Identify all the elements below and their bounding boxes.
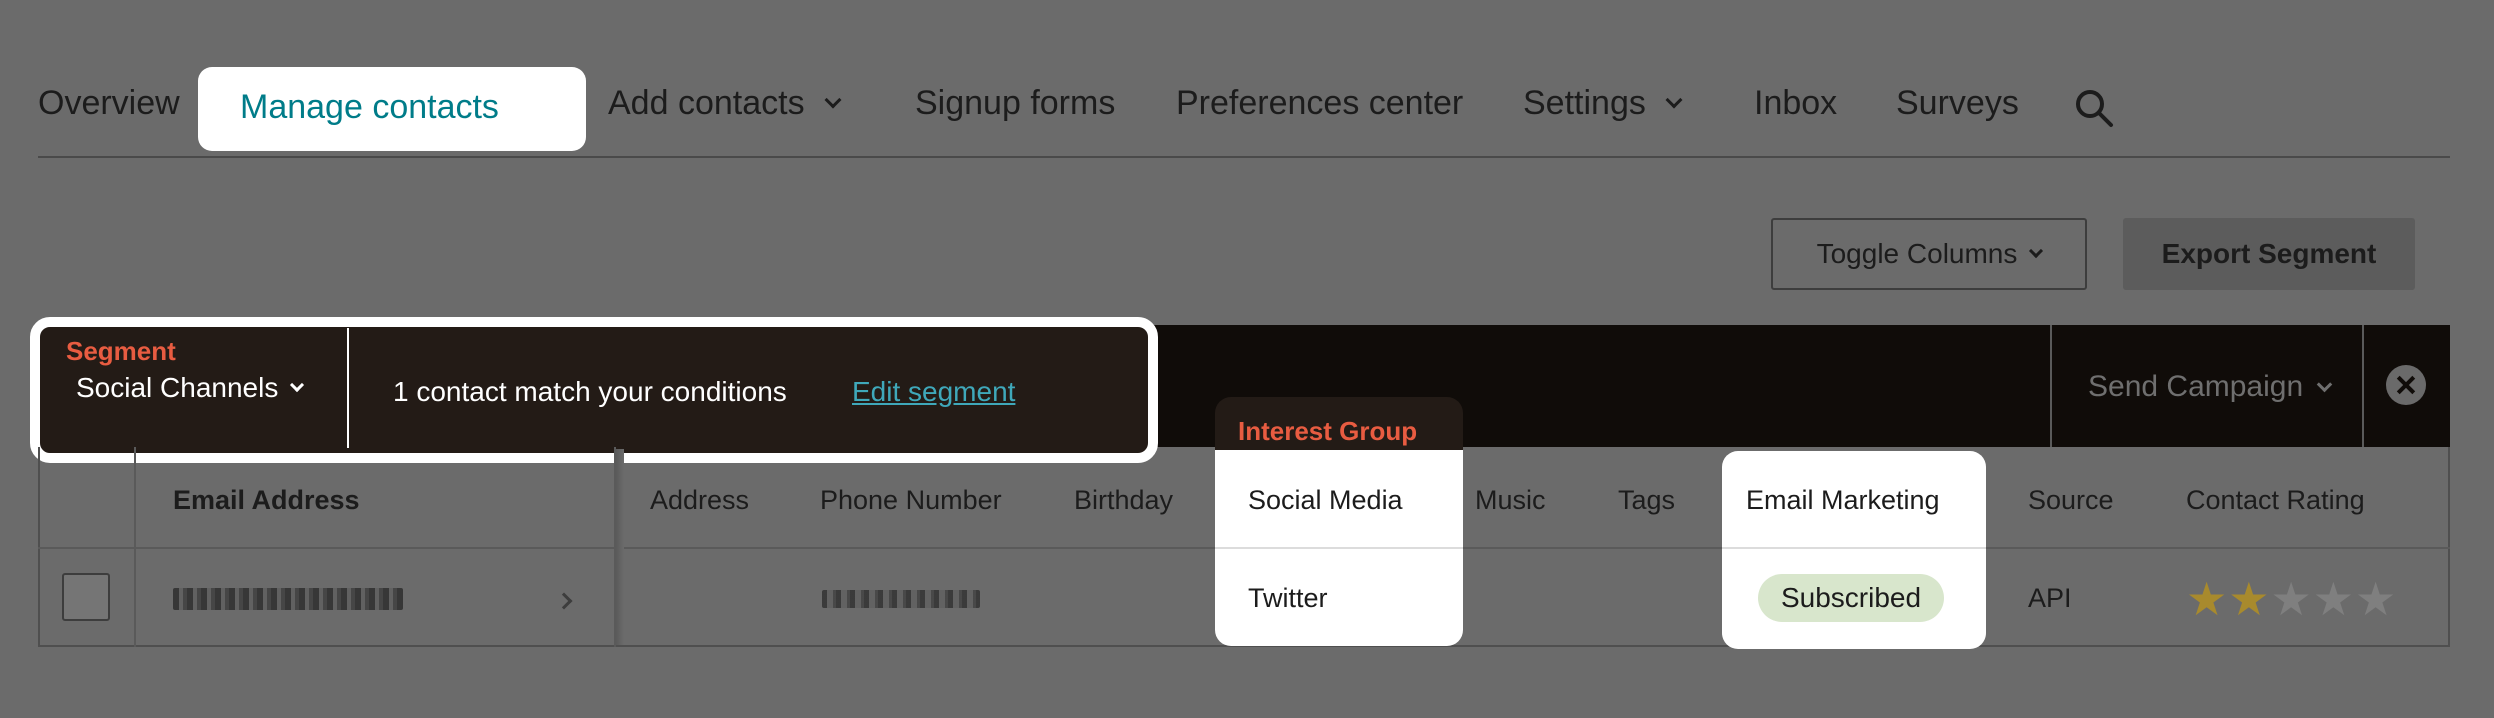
col-header-email-address[interactable]: Email Address	[173, 485, 360, 516]
col-header-phone-number[interactable]: Phone Number	[820, 485, 1002, 516]
col-header-source[interactable]: Source	[2028, 485, 2114, 516]
nav-settings-label: Settings	[1523, 84, 1646, 122]
close-icon[interactable]	[2386, 365, 2426, 405]
redacted-email[interactable]	[173, 588, 403, 610]
nav-preferences-center-label: Preferences center	[1176, 84, 1464, 122]
segment-match-text: 1 contact match your conditions	[393, 376, 787, 407]
cell-source: API	[2028, 583, 2072, 613]
nav-add-contacts-label: Add contacts	[608, 84, 805, 122]
star-icon[interactable]: ★	[2271, 576, 2312, 622]
segment-label: Segment	[66, 336, 176, 366]
col-header-tags[interactable]: Tags	[1618, 485, 1675, 516]
edit-segment-link[interactable]: Edit segment	[852, 376, 1015, 408]
divider	[2362, 325, 2364, 447]
divider	[2050, 325, 2052, 447]
cell-social-media: Twitter	[1248, 583, 1328, 613]
divider	[347, 328, 349, 448]
segment-select[interactable]: Social Channels	[76, 372, 305, 404]
col-header-social-media[interactable]: Social Media	[1248, 485, 1403, 516]
chevron-down-icon	[2029, 243, 2044, 259]
star-icon[interactable]: ★	[2355, 576, 2396, 622]
nav-signup-forms-label: Signup forms	[915, 84, 1116, 122]
table-divider	[134, 447, 136, 647]
col-header-email-marketing[interactable]: Email Marketing	[1746, 485, 1940, 516]
row-checkbox[interactable]	[62, 573, 110, 621]
nav-surveys[interactable]: Surveys	[1896, 84, 2019, 123]
star-icon[interactable]: ★	[2313, 576, 2354, 622]
star-icon[interactable]: ★	[2228, 576, 2269, 622]
nav-inbox[interactable]: Inbox	[1754, 84, 1837, 123]
chevron-down-icon	[1665, 91, 1683, 108]
nav-manage-contacts[interactable]: Manage contacts	[240, 88, 499, 127]
search-icon[interactable]	[2074, 88, 2114, 128]
chevron-down-icon	[290, 377, 305, 393]
col-header-birthday[interactable]: Birthday	[1074, 485, 1173, 516]
nav-preferences-center[interactable]: Preferences center	[1176, 84, 1463, 123]
col-header-address[interactable]: Address	[650, 485, 749, 516]
interest-group-label: Interest Group	[1238, 416, 1418, 446]
send-campaign-button[interactable]: Send Campaign	[2088, 370, 2333, 404]
toggle-columns-label: Toggle Columns	[1816, 238, 2018, 269]
nav-overview[interactable]: Overview	[38, 84, 180, 123]
chevron-down-icon	[824, 91, 842, 108]
nav-add-contacts[interactable]: Add contacts	[608, 84, 842, 123]
nav-overview-label: Overview	[38, 84, 180, 122]
table-shadow	[616, 449, 624, 645]
table-divider	[1722, 547, 1986, 549]
redacted-phone	[822, 590, 980, 608]
nav-signup-forms[interactable]: Signup forms	[915, 84, 1115, 123]
nav-inbox-label: Inbox	[1754, 84, 1838, 122]
nav-settings[interactable]: Settings	[1523, 84, 1683, 123]
chevron-down-icon	[2316, 376, 2333, 392]
col-header-contact-rating[interactable]: Contact Rating	[2186, 485, 2365, 516]
segment-select-value: Social Channels	[76, 372, 279, 403]
star-icon[interactable]: ★	[2186, 576, 2227, 622]
status-badge: Subscribed	[1758, 574, 1944, 622]
toggle-columns-button[interactable]: Toggle Columns	[1771, 218, 2087, 290]
export-segment-button[interactable]: Export Segment	[2123, 218, 2415, 290]
nav-manage-contacts-label: Manage contacts	[240, 88, 499, 126]
col-header-music[interactable]: Music	[1475, 485, 1546, 516]
nav-surveys-label: Surveys	[1896, 84, 2019, 122]
table-divider	[1215, 547, 1463, 549]
send-campaign-label: Send Campaign	[2088, 370, 2304, 403]
export-segment-label: Export Segment	[2161, 238, 2377, 269]
contact-rating-stars[interactable]: ★ ★ ★ ★ ★	[2186, 576, 2396, 622]
